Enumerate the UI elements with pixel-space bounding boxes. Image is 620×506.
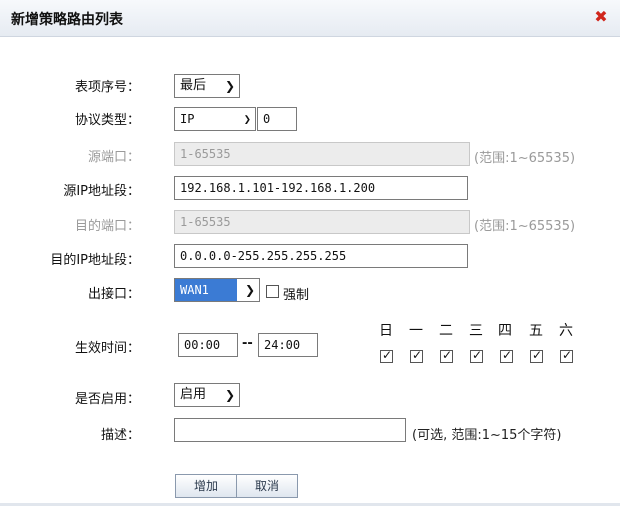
day-label-sat: 六 [559, 323, 573, 339]
protocol-value: IP [180, 112, 195, 126]
add-button[interactable]: 增加 [175, 474, 237, 498]
protocol-select[interactable]: IP ❯ [174, 107, 256, 131]
src-port-label: 源端口： [87, 150, 140, 165]
day-label-fri: 五 [529, 323, 543, 339]
force-label: 强制 [283, 288, 310, 303]
dst-port-hint: (范围:1~65535) [474, 219, 576, 234]
time-separator: -- [242, 336, 253, 351]
chevron-down-icon: ❯ [244, 283, 255, 297]
dialog-titlebar: 新增策略路由列表 ✖ [0, 0, 620, 37]
cancel-button[interactable]: 取消 [236, 474, 298, 498]
dialog-title: 新增策略路由列表 [11, 12, 123, 28]
day-checkbox-sun[interactable] [380, 348, 393, 363]
end-time-input[interactable]: 24:00 [258, 333, 318, 357]
description-input[interactable] [174, 418, 406, 442]
src-port-input[interactable]: 1-65535 [174, 142, 470, 166]
out-iface-select[interactable]: WAN1 ❯ [174, 278, 260, 302]
day-label-sun: 日 [379, 323, 393, 339]
out-iface-value: WAN1 [175, 279, 237, 301]
day-label-tue: 二 [439, 323, 453, 339]
src-port-hint: (范围:1~65535) [474, 151, 576, 166]
day-checkbox-wed[interactable] [470, 348, 483, 363]
force-checkbox[interactable] [266, 285, 279, 298]
day-checkbox-tue[interactable] [440, 348, 453, 363]
dst-ip-input[interactable]: 0.0.0.0-255.255.255.255 [174, 244, 468, 268]
enabled-select[interactable]: 启用 ❯ [174, 383, 240, 407]
chevron-down-icon: ❯ [243, 112, 251, 126]
dst-port-input[interactable]: 1-65535 [174, 210, 470, 234]
dst-port-label: 目的端口： [74, 219, 140, 234]
description-label: 描述： [100, 428, 140, 443]
chevron-down-icon: ❯ [224, 388, 235, 402]
active-time-label: 生效时间： [74, 341, 140, 356]
day-label-mon: 一 [409, 323, 423, 339]
day-checkbox-sat[interactable] [560, 348, 573, 363]
day-label-thu: 四 [498, 323, 512, 339]
description-hint: (可选, 范围:1~15个字符) [412, 428, 562, 443]
enabled-label: 是否启用： [74, 392, 140, 407]
day-checkbox-thu[interactable] [500, 348, 513, 363]
day-checkbox-fri[interactable] [530, 348, 543, 363]
enabled-value: 启用 [180, 387, 207, 402]
protocol-label: 协议类型： [74, 113, 140, 128]
src-ip-label: 源IP地址段： [63, 184, 140, 199]
item-order-select[interactable]: 最后 ❯ [174, 74, 240, 98]
day-label-wed: 三 [469, 323, 483, 339]
item-order-label: 表项序号： [74, 80, 140, 95]
close-icon[interactable]: ✖ [592, 8, 610, 26]
out-iface-label: 出接口： [87, 287, 140, 302]
protocol-number-input[interactable]: 0 [257, 107, 297, 131]
chevron-down-icon: ❯ [224, 79, 235, 93]
dst-ip-label: 目的IP地址段： [50, 253, 140, 268]
day-checkbox-mon[interactable] [410, 348, 423, 363]
start-time-input[interactable]: 00:00 [178, 333, 238, 357]
src-ip-input[interactable]: 192.168.1.101-192.168.1.200 [174, 176, 468, 200]
item-order-value: 最后 [180, 78, 207, 93]
